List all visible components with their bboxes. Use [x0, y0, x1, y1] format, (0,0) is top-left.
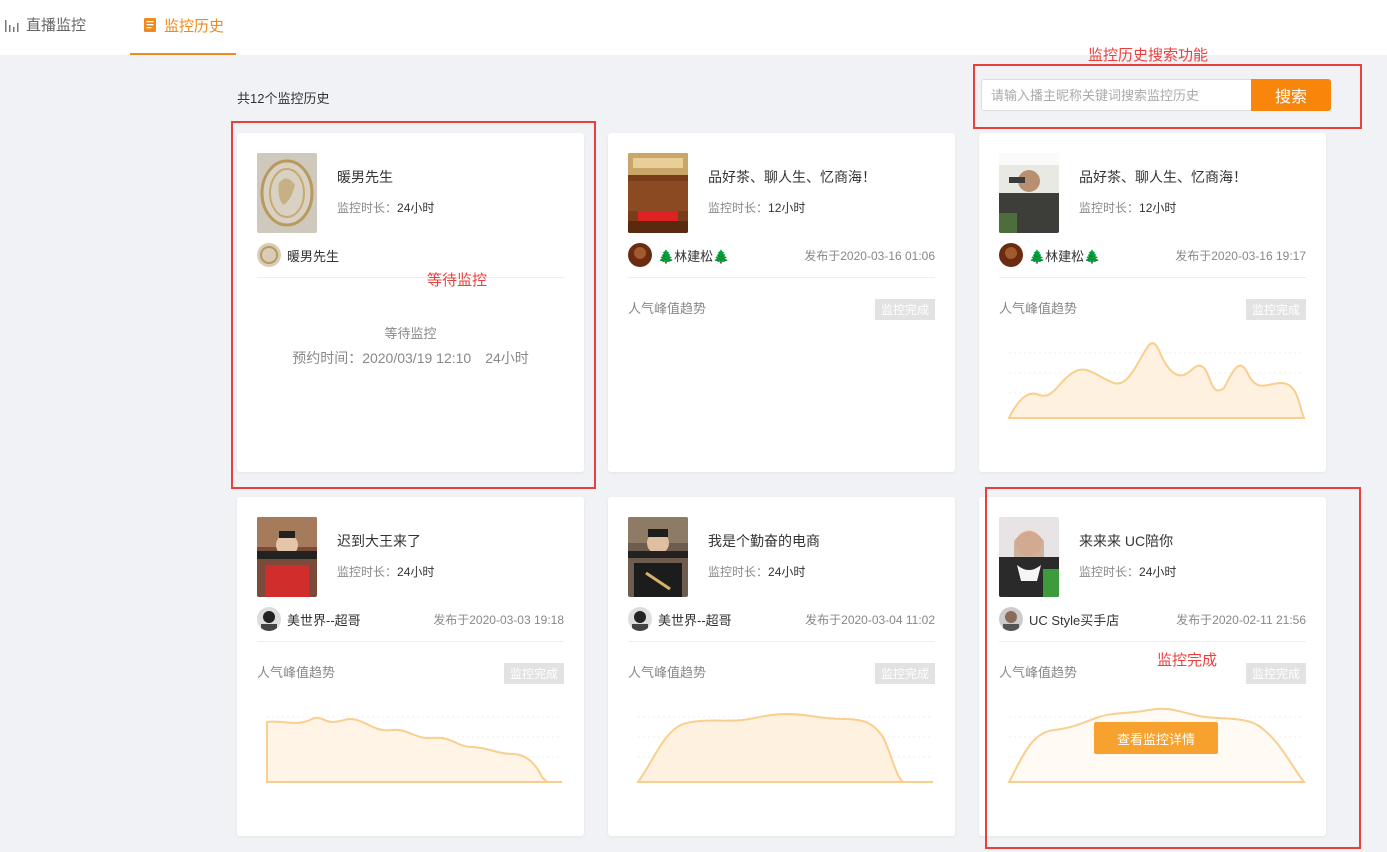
avatar[interactable] — [999, 243, 1023, 267]
annotation-completed: 监控完成 — [1157, 652, 1218, 669]
tab-monitor-history[interactable]: 监控历史 — [130, 0, 236, 55]
publish-time: 发布于2020-03-16 19:17 — [1175, 248, 1306, 263]
stream-thumbnail — [628, 153, 688, 233]
status-badge: 监控完成 — [1245, 299, 1306, 320]
annotation-box-search — [973, 64, 1362, 129]
trend-label: 人气峰值趋势 — [999, 301, 1078, 316]
status-badge: 监控完成 — [874, 299, 935, 320]
tab-label: 监控历史 — [163, 17, 224, 35]
status-badge: 监控完成 — [503, 663, 564, 684]
trend-label: 人气峰值趋势 — [628, 301, 707, 316]
tab-live-monitor[interactable]: 直播监控 — [4, 0, 86, 52]
divider — [257, 641, 564, 642]
divider — [628, 641, 935, 642]
status-badge: 监控完成 — [874, 663, 935, 684]
popularity-trend-chart — [1007, 342, 1306, 419]
duration-text: 监控时长：24小时 — [337, 563, 434, 580]
tab-label: 直播监控 — [26, 17, 87, 34]
history-card[interactable]: 我是个勤奋的电商 监控时长：24小时 美世界--超哥 发布于2020-03-04… — [608, 497, 955, 836]
author-row: 🌲林建松🌲 发布于2020-03-16 01:06 — [628, 243, 935, 267]
duration-value: 24小时 — [768, 565, 806, 579]
author-row: 美世界--超哥 发布于2020-03-03 19:18 — [257, 607, 564, 631]
trend-label: 人气峰值趋势 — [628, 665, 707, 680]
document-icon — [143, 18, 156, 32]
author-row: 🌲林建松🌲 发布于2020-03-16 19:17 — [999, 243, 1306, 267]
duration-label: 监控时长： — [708, 565, 769, 579]
stream-title: 品好茶、聊人生、忆商海！ — [708, 169, 876, 185]
duration-text: 监控时长：24小时 — [708, 563, 805, 580]
avatar[interactable] — [257, 607, 281, 631]
stream-title: 品好茶、聊人生、忆商海！ — [1079, 169, 1247, 185]
stream-thumbnail — [257, 517, 317, 597]
author-name[interactable]: 美世界--超哥 — [287, 610, 361, 629]
duration-label: 监控时长： — [708, 201, 769, 215]
duration-label: 监控时长： — [337, 565, 398, 579]
annotation-search-feature: 监控历史搜索功能 — [1088, 47, 1209, 64]
annotation-waiting: 等待监控 — [427, 272, 488, 289]
publish-time: 发布于2020-03-04 11:02 — [805, 612, 935, 627]
author-name[interactable]: 🌲林建松🌲 — [1029, 246, 1100, 265]
history-card[interactable]: 品好茶、聊人生、忆商海！ 监控时长：12小时 🌲林建松🌲 发布于2020-03-… — [979, 133, 1326, 472]
divider — [628, 277, 935, 278]
history-card[interactable]: 品好茶、聊人生、忆商海！ 监控时长：12小时 🌲林建松🌲 发布于2020-03-… — [608, 133, 955, 472]
avatar[interactable] — [628, 243, 652, 267]
trend-label: 人气峰值趋势 — [257, 665, 336, 680]
publish-time: 发布于2020-03-03 19:18 — [433, 612, 564, 627]
duration-value: 12小时 — [768, 201, 806, 215]
divider — [999, 277, 1306, 278]
stream-title: 迟到大王来了 — [337, 533, 421, 549]
history-card[interactable]: 迟到大王来了 监控时长：24小时 美世界--超哥 发布于2020-03-03 1… — [237, 497, 584, 836]
duration-label: 监控时长： — [1079, 201, 1140, 215]
popularity-trend-chart — [636, 712, 933, 783]
author-row: 美世界--超哥 发布于2020-03-04 11:02 — [628, 607, 935, 631]
stream-title: 我是个勤奋的电商 — [708, 533, 820, 549]
history-count: 共12个监控历史 — [237, 91, 330, 106]
publish-time: 发布于2020-03-16 01:06 — [804, 248, 935, 263]
popularity-trend-chart — [266, 716, 562, 783]
annotation-box-waiting — [231, 121, 596, 489]
stream-thumbnail — [999, 153, 1059, 233]
duration-value: 24小时 — [397, 565, 435, 579]
duration-text: 监控时长：12小时 — [708, 199, 805, 216]
stream-thumbnail — [628, 517, 688, 597]
author-name[interactable]: 🌲林建松🌲 — [658, 246, 729, 265]
avatar[interactable] — [628, 607, 652, 631]
bar-chart-icon — [5, 19, 19, 32]
duration-value: 12小时 — [1139, 201, 1177, 215]
author-name[interactable]: 美世界--超哥 — [658, 610, 732, 629]
duration-text: 监控时长：12小时 — [1079, 199, 1176, 216]
